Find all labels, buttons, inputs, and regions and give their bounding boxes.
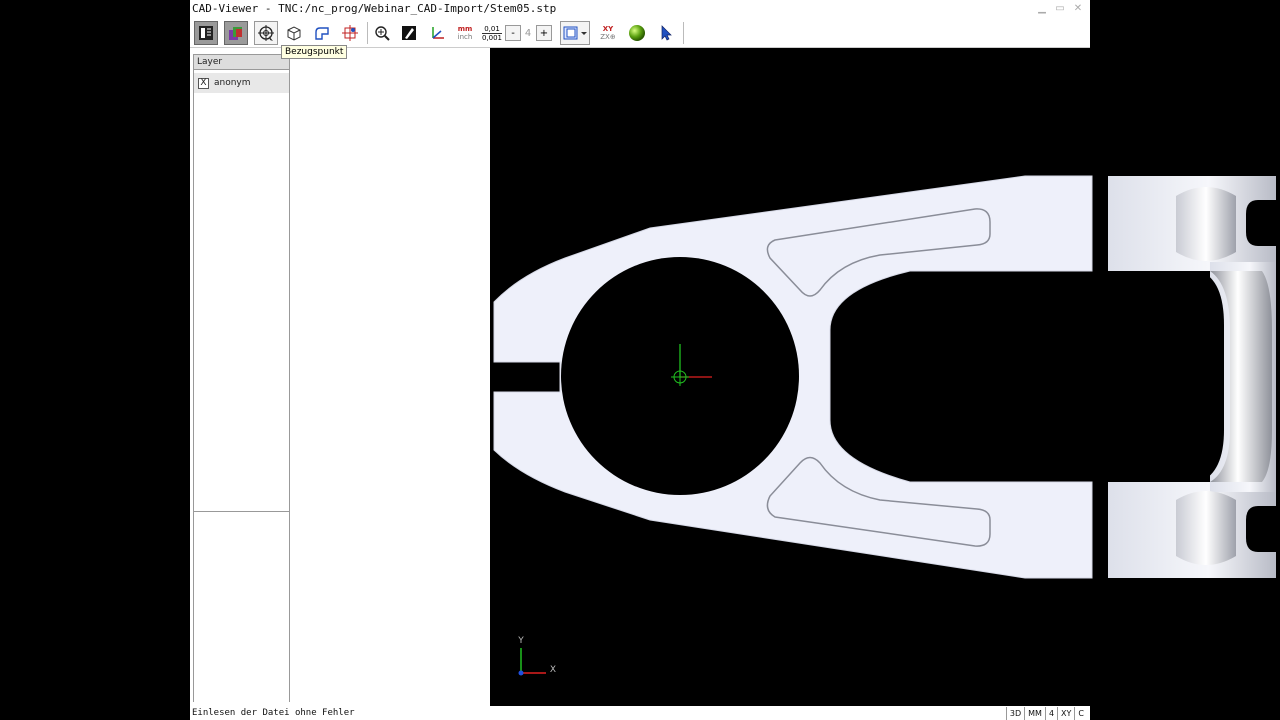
plane-bottom-label: ZX⊕ (600, 33, 616, 41)
cursor-icon (661, 25, 672, 41)
cad-viewer-window: CAD-Viewer - TNC:/nc_prog/Webinar_CAD-Im… (190, 0, 1279, 720)
minimize-button[interactable]: ▁ (1036, 3, 1048, 15)
layer-visibility-checkbox[interactable]: X (198, 77, 209, 89)
layer-list-toggle-button[interactable] (194, 21, 218, 45)
window-controls: ▁ ▭ ✕ (1036, 3, 1084, 15)
list-panel-icon (199, 26, 213, 40)
view-3d-button[interactable] (282, 21, 306, 45)
cad-model-canvas[interactable]: Y X (490, 48, 1279, 706)
cad-viewport[interactable]: Y X (490, 48, 1279, 706)
status-units: MM (1024, 707, 1045, 720)
status-mode: C (1074, 707, 1087, 720)
status-view-mode: 3D (1005, 707, 1024, 720)
title-bar: CAD-Viewer - TNC:/nc_prog/Webinar_CAD-Im… (190, 0, 1090, 20)
decimals-value: 4 (524, 27, 532, 39)
shading-button[interactable] (625, 21, 649, 45)
plane-top-label: XY (602, 25, 614, 33)
layer-item-label: anonym (214, 78, 251, 88)
layer-view-button[interactable] (224, 21, 248, 45)
notch-lower (1246, 506, 1276, 552)
axis-y-label: Y (517, 636, 524, 646)
toolbar-separator (367, 22, 368, 44)
decimals-plus-button[interactable]: + (536, 25, 552, 41)
toolbar: mm inch 0,01 0,001 - 4 + XY ZX⊕ (190, 19, 1090, 48)
view-frame-icon (563, 26, 587, 40)
status-indicators: 3D MM 4 XY C (1005, 707, 1087, 720)
edit-contour-button[interactable] (397, 21, 421, 45)
drill-positions-icon (342, 25, 358, 41)
units-toggle-button[interactable]: mm inch (453, 21, 477, 45)
cylinder-upper (1176, 187, 1236, 261)
axis-x-label: X (550, 665, 556, 675)
units-inch-label: inch (457, 33, 473, 41)
layers-icon (229, 27, 242, 40)
layer-panel: Layer X anonym (193, 54, 290, 512)
machining-positions-button[interactable] (338, 21, 362, 45)
status-bar: Einlesen der Datei ohne Fehler 3D MM 4 X… (190, 707, 1090, 720)
layer-item-anonym[interactable]: X anonym (194, 73, 289, 93)
datum-point-tooltip: Bezugspunkt (281, 45, 348, 59)
layer-panel-lower-area (193, 512, 290, 702)
resolution-coarse-label: 0,01 (484, 24, 500, 33)
contour-icon (315, 27, 329, 40)
zoom-button[interactable] (370, 21, 394, 45)
view-mode-dropdown[interactable] (560, 21, 590, 45)
layer-panel-header: Layer (194, 55, 289, 70)
datum-target-icon (258, 25, 274, 41)
status-message: Einlesen der Datei ohne Fehler (192, 708, 355, 718)
close-button[interactable]: ✕ (1072, 3, 1084, 15)
window-title: CAD-Viewer - TNC:/nc_prog/Webinar_CAD-Im… (192, 2, 557, 15)
resolution-fine-label: 0,001 (481, 32, 503, 42)
toolbar-separator (683, 22, 684, 44)
working-plane-button[interactable]: XY ZX⊕ (596, 21, 620, 45)
notch-upper (1246, 200, 1276, 246)
datum-point-button[interactable] (254, 21, 278, 45)
axis-triad: Y X (517, 636, 556, 676)
axes-icon (432, 27, 444, 39)
status-plane: XY (1057, 707, 1074, 720)
slot-opening (1108, 271, 1224, 482)
decimals-minus-button[interactable]: - (505, 25, 521, 41)
contour-select-button[interactable] (310, 21, 334, 45)
green-sphere-icon (629, 25, 645, 41)
status-decimals: 4 (1044, 707, 1057, 720)
cylinder-lower (1176, 491, 1236, 565)
select-pointer-button[interactable] (654, 21, 678, 45)
pen-icon (402, 26, 416, 40)
zoom-icon (375, 26, 390, 41)
axis-orientation-button[interactable] (425, 21, 449, 45)
maximize-button[interactable]: ▭ (1054, 3, 1066, 15)
cube-icon (287, 26, 301, 41)
resolution-button[interactable]: 0,01 0,001 (480, 21, 504, 45)
units-mm-label: mm (457, 25, 473, 33)
